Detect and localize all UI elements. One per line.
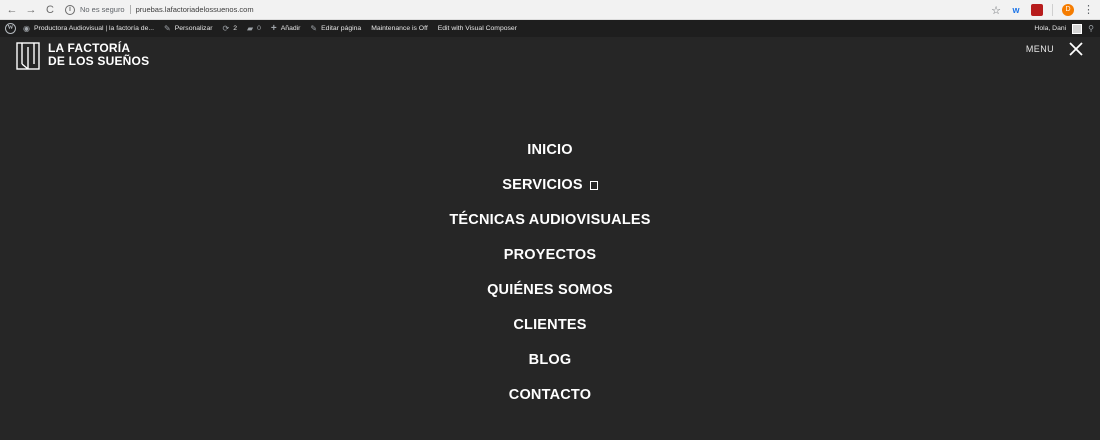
toolbar-divider — [1052, 4, 1053, 16]
admin-comments[interactable]: ▰ 0 — [247, 24, 261, 33]
customize-label: Personalizar — [174, 25, 213, 32]
edit-page-label: Editar página — [321, 25, 362, 32]
nav-label: CLIENTES — [513, 317, 587, 333]
admin-new[interactable]: + Añadir — [271, 23, 301, 34]
pencil-icon: ✎ — [310, 24, 318, 33]
browser-actions: ☆ w D ⋮ — [991, 2, 1094, 18]
extension-icon[interactable]: w — [1010, 5, 1022, 15]
forward-icon[interactable]: → — [24, 3, 38, 17]
search-icon[interactable]: ⚲ — [1088, 24, 1094, 33]
nav-label: SERVICIOS — [502, 177, 583, 193]
menu-label: MENU — [1025, 44, 1054, 54]
nav-label: TÉCNICAS AUDIOVISUALES — [449, 212, 651, 228]
address-bar[interactable]: pruebas.lafactoriadelossuenos.com — [136, 5, 254, 14]
admin-customize[interactable]: ✎ Personalizar — [164, 24, 212, 33]
bookmark-star-icon[interactable]: ☆ — [991, 4, 1001, 17]
comments-count: 0 — [257, 25, 261, 32]
account-greeting[interactable]: Hola, Dani — [1034, 25, 1066, 32]
close-icon[interactable] — [1068, 41, 1084, 57]
nav-label: CONTACTO — [508, 387, 592, 403]
nav-label: INICIO — [527, 142, 573, 158]
nav-item-inicio[interactable]: INICIO — [0, 134, 1100, 169]
nav-item-contacto[interactable]: CONTACTO — [0, 379, 1100, 414]
comment-icon: ▰ — [246, 24, 254, 33]
back-icon[interactable]: ← — [5, 3, 19, 17]
submenu-toggle-icon[interactable] — [589, 181, 598, 190]
security-status[interactable]: No es seguro — [80, 5, 125, 14]
menu-toggle-button[interactable]: MENU — [1026, 41, 1084, 57]
admin-updates[interactable]: ⟳ 2 — [223, 24, 237, 33]
nav-item-quienes-somos[interactable]: QUIÉNES SOMOS — [0, 274, 1100, 309]
updates-icon: ⟳ — [222, 24, 230, 33]
admin-site-name[interactable]: ◉ Productora Audiovisual | la factoría d… — [23, 24, 154, 33]
profile-icon[interactable]: D — [1062, 4, 1074, 16]
nav-item-blog[interactable]: BLOG — [0, 344, 1100, 379]
logo-text: LA FACTORÍA DE LOS SUEÑOS — [48, 42, 149, 68]
nav-label: PROYECTOS — [503, 247, 597, 263]
site-name-label: Productora Audiovisual | la factoría de.… — [33, 25, 155, 32]
admin-maintenance[interactable]: Maintenance is Off — [371, 25, 428, 32]
nav-item-clientes[interactable]: CLIENTES — [0, 309, 1100, 344]
avatar[interactable] — [1072, 23, 1083, 34]
site-logo[interactable]: LA FACTORÍA DE LOS SUEÑOS — [16, 42, 149, 70]
admin-visual-composer[interactable]: Edit with Visual Composer — [438, 25, 517, 32]
info-icon[interactable]: i — [65, 4, 75, 15]
logo-line-2: DE LOS SUEÑOS — [48, 54, 150, 68]
address-divider — [129, 5, 131, 14]
nav-label: BLOG — [528, 352, 572, 368]
updates-count: 2 — [233, 25, 237, 32]
nav-label: QUIÉNES SOMOS — [487, 282, 613, 298]
brush-icon: ✎ — [164, 24, 171, 33]
reload-icon[interactable]: C — [43, 3, 57, 17]
pdf-extension-icon[interactable] — [1031, 4, 1043, 16]
dashboard-icon: ◉ — [23, 24, 30, 33]
logo-mark-icon — [16, 42, 40, 70]
admin-account: Hola, Dani ⚲ — [1034, 20, 1094, 37]
new-label: Añadir — [280, 25, 301, 32]
wordpress-icon[interactable]: W — [5, 23, 16, 34]
plus-icon: + — [270, 23, 277, 34]
browser-toolbar: ← → C i No es seguro pruebas.lafactoriad… — [0, 0, 1100, 20]
main-nav: INICIO SERVICIOS TÉCNICAS AUDIOVISUALES … — [0, 134, 1100, 414]
wp-admin-bar: W ◉ Productora Audiovisual | la factoría… — [0, 20, 1100, 37]
browser-menu-icon[interactable]: ⋮ — [1083, 4, 1094, 16]
nav-item-tecnicas-audiovisuales[interactable]: TÉCNICAS AUDIOVISUALES — [0, 204, 1100, 239]
nav-item-proyectos[interactable]: PROYECTOS — [0, 239, 1100, 274]
admin-edit-page[interactable]: ✎ Editar página — [310, 24, 361, 33]
nav-item-servicios[interactable]: SERVICIOS — [0, 169, 1100, 204]
